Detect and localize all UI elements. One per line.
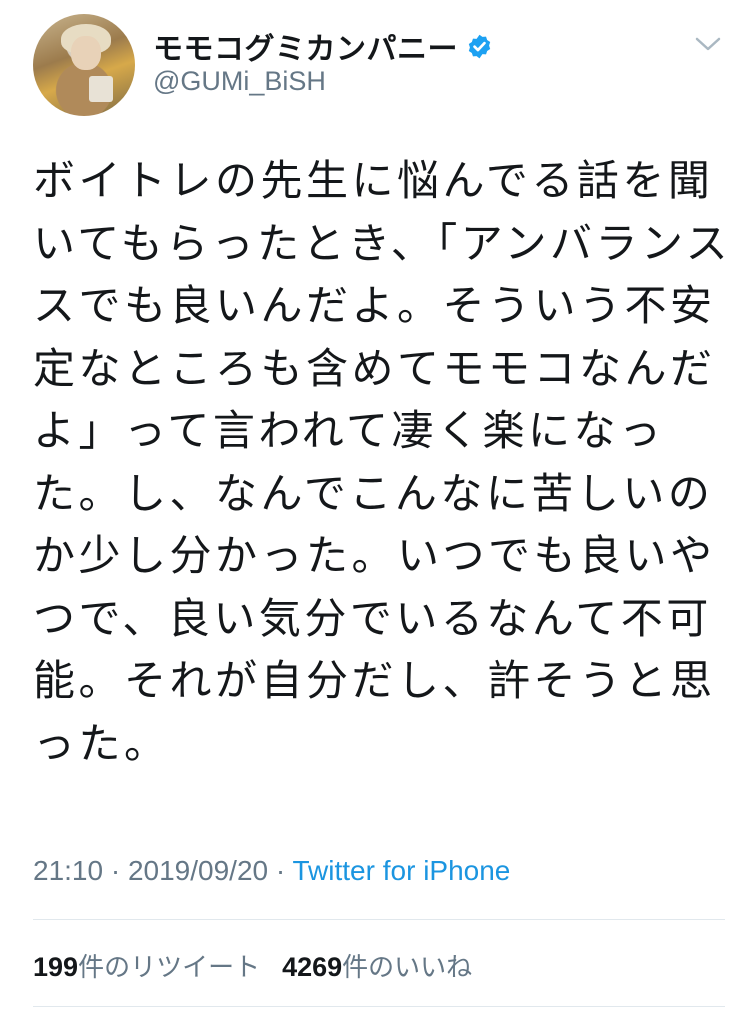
tweet-line: いてもらったとき、「アンバランス xyxy=(33,218,732,268)
tweet-time: 21:10 xyxy=(33,855,104,886)
retweet-label: 件のリツイート xyxy=(78,952,261,982)
tweet-line: った。 xyxy=(33,718,170,768)
user-handle[interactable]: @GUMi_BiSH xyxy=(153,66,326,97)
tweet-line: ボイトレの先生に悩んでる話を聞 xyxy=(33,156,714,205)
tweet-line: よ」って言われて凄く楽になっ xyxy=(33,406,665,455)
tweet-line: 能。それが自分だし、許そうと思 xyxy=(33,656,716,705)
divider xyxy=(33,919,725,920)
display-name-text: モモコグミカンパニー xyxy=(153,32,458,67)
tweet-text: ボイトレの先生に悩んでる話を聞 いてもらったとき、「アンバランス スでも良いんだ… xyxy=(33,150,732,775)
chevron-down-icon[interactable] xyxy=(695,36,721,52)
tweet-line: つで、良い気分でいるなんて不可 xyxy=(33,593,712,643)
display-name[interactable]: モモコグミカンパニー xyxy=(153,24,493,68)
like-label: 件のいいね xyxy=(342,952,473,982)
tweet-line: た。し、なんでこんなに苦しいの xyxy=(33,468,714,518)
avatar-cup xyxy=(89,76,113,102)
retweet-stat[interactable]: 199件のリツイート xyxy=(33,952,260,982)
tweet-date: 2019/09/20 xyxy=(127,855,269,886)
retweet-count: 199 xyxy=(33,952,79,982)
tweet-stats: 199件のリツイート 4269件のいいね xyxy=(33,947,472,984)
tweet-line: スでも良いんだよ。そういう不安 xyxy=(33,281,716,330)
tweet-meta: 21:10 · 2019/09/20 · Twitter for iPhone xyxy=(33,855,510,887)
tweet-source-link[interactable]: Twitter for iPhone xyxy=(293,855,511,886)
divider xyxy=(33,1006,725,1007)
meta-separator: · xyxy=(110,855,121,886)
tweet-line: 定なところも含めてモモコなんだ xyxy=(33,343,716,393)
like-stat[interactable]: 4269件のいいね xyxy=(282,952,472,982)
avatar[interactable] xyxy=(33,14,135,116)
avatar-face xyxy=(71,36,101,70)
verified-badge-icon xyxy=(468,34,491,58)
tweet-line: か少し分かった。いつでも良いや xyxy=(33,531,716,580)
like-count: 4269 xyxy=(282,952,343,982)
meta-separator: · xyxy=(275,855,286,886)
